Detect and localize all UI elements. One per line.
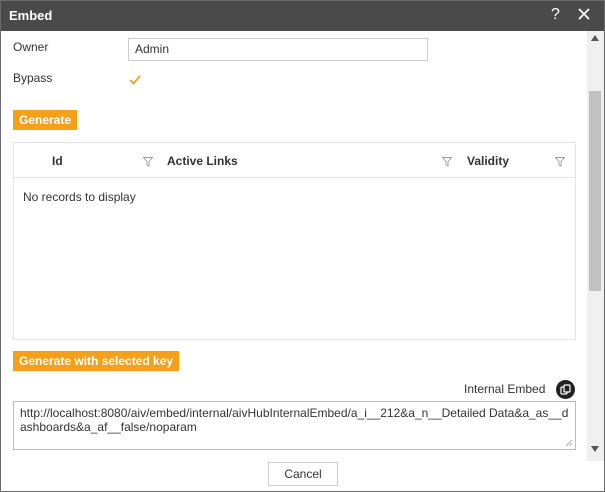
generate-button[interactable]: Generate (13, 110, 78, 130)
dialog-scrollbar[interactable] (587, 31, 604, 461)
filter-icon[interactable] (143, 157, 153, 167)
copy-icon[interactable] (556, 380, 575, 399)
scroll-thumb[interactable] (589, 91, 601, 291)
internal-embed-url[interactable]: http://localhost:8080/aiv/embed/internal… (13, 401, 576, 450)
column-active-links[interactable]: Active Links (167, 154, 238, 168)
internal-embed-label: Internal Embed (464, 382, 546, 396)
grid-header: Id Active Links Validity (14, 143, 575, 178)
resize-grip-icon[interactable] (565, 439, 573, 447)
copy-icon-glyph (560, 384, 571, 395)
owner-field[interactable]: Admin (128, 38, 428, 61)
embed-dialog: Embed ? Owner Admin Bypass Generate Id A… (0, 0, 605, 492)
close-icon[interactable] (575, 5, 593, 23)
scroll-down-icon[interactable] (591, 446, 599, 452)
filter-icon[interactable] (555, 157, 565, 167)
links-grid: Id Active Links Validity No records to d… (13, 142, 576, 340)
empty-message: No records to display (23, 190, 136, 204)
scroll-up-icon[interactable] (591, 35, 599, 41)
dialog-title: Embed (9, 8, 53, 23)
owner-label: Owner (13, 40, 49, 54)
cancel-button[interactable]: Cancel (268, 462, 338, 486)
column-id[interactable]: Id (52, 154, 63, 168)
column-validity[interactable]: Validity (467, 154, 509, 168)
dialog-content: Owner Admin Bypass Generate Id Active Li… (1, 31, 587, 491)
help-button[interactable]: ? (551, 6, 560, 24)
bypass-label: Bypass (13, 71, 53, 85)
generate-with-key-button[interactable]: Generate with selected key (13, 351, 180, 371)
dialog-titlebar: Embed ? (1, 1, 604, 31)
filter-icon[interactable] (442, 157, 452, 167)
bypass-checkbox[interactable] (128, 73, 142, 87)
internal-embed-url-text: http://localhost:8080/aiv/embed/internal… (20, 406, 569, 434)
